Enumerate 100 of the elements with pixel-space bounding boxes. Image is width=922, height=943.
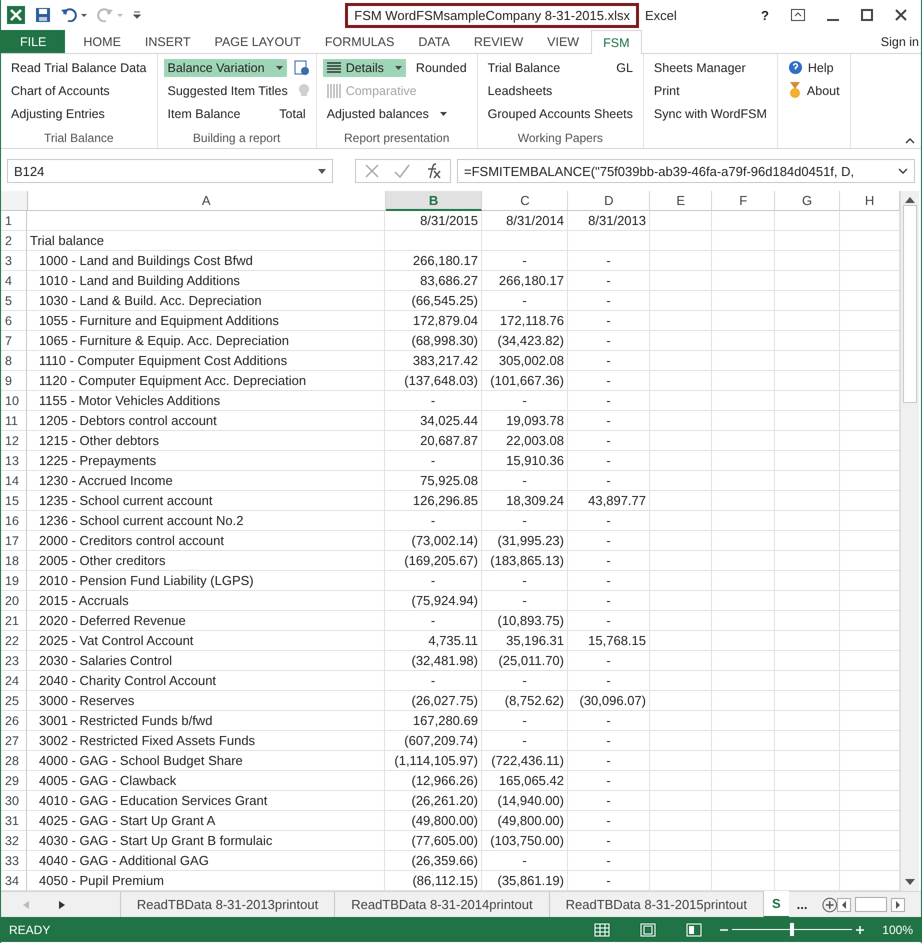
- table-cell: [712, 611, 775, 631]
- ribbon-tab[interactable]: HOME: [71, 30, 133, 53]
- ribbon-tab[interactable]: DATA: [406, 30, 462, 53]
- close-icon[interactable]: [895, 9, 907, 21]
- sign-in-link[interactable]: Sign in: [880, 30, 921, 53]
- ribbon-button[interactable]: Details: [322, 58, 406, 76]
- table-cell: (607,209.74): [385, 731, 482, 751]
- ribbon-tab[interactable]: FSM: [591, 30, 642, 54]
- expand-icon[interactable]: [898, 168, 908, 174]
- table-cell: 3000 - Reserves: [27, 691, 385, 711]
- caret-icon[interactable]: [394, 66, 402, 70]
- table-cell: [775, 371, 840, 391]
- ribbon-tab[interactable]: FORMULAS: [312, 30, 406, 53]
- table-cell: -: [482, 391, 568, 411]
- table-cell: [650, 851, 712, 871]
- table-cell: (34,423.82): [482, 331, 568, 351]
- dropdown-icon[interactable]: [318, 168, 326, 174]
- table-cell: -: [568, 591, 650, 611]
- collapse-ribbon-icon[interactable]: [905, 138, 915, 144]
- table-cell: [650, 391, 712, 411]
- column-header[interactable]: H: [840, 191, 900, 211]
- table-cell: 4000 - GAG - School Budget Share: [27, 751, 385, 771]
- maximize-icon[interactable]: [861, 9, 873, 21]
- row-number: 17: [1, 531, 27, 551]
- ribbon-button[interactable]: Grouped Accounts Sheets: [484, 104, 637, 122]
- caret-icon[interactable]: [440, 112, 447, 116]
- table-cell: 1235 - School current account: [27, 491, 385, 511]
- ribbon-tab[interactable]: INSERT: [132, 30, 203, 53]
- table-cell: (26,027.75): [385, 691, 482, 711]
- save-icon[interactable]: [35, 7, 51, 23]
- ribbon-button[interactable]: Balance Variation: [164, 58, 287, 76]
- customize-toolbar-icon[interactable]: [133, 11, 141, 19]
- scroll-right-icon[interactable]: [891, 898, 905, 912]
- table-cell: -: [568, 791, 650, 811]
- scroll-up-icon[interactable]: [905, 197, 915, 203]
- ribbon-button[interactable]: Item Balance: [164, 104, 244, 122]
- table-cell: -: [568, 531, 650, 551]
- table-cell: -: [568, 851, 650, 871]
- ribbon-button[interactable]: About: [784, 80, 844, 101]
- ribbon-button[interactable]: Suggested Item Titles: [164, 82, 292, 100]
- formula-field[interactable]: =FSMITEMBALANCE("75f039bb-ab39-46fa-a79f-96d184d0451f, D,: [457, 159, 915, 183]
- name-box[interactable]: B124: [7, 159, 333, 183]
- table-cell: 165,065.42: [482, 771, 568, 791]
- ribbon-button[interactable]: Total: [275, 104, 310, 122]
- zoom-in-icon[interactable]: [856, 926, 864, 934]
- table-cell: 1010 - Land and Building Additions: [27, 271, 385, 291]
- ribbon-tab[interactable]: REVIEW: [462, 30, 536, 53]
- table-cell: (31,995.23): [482, 531, 568, 551]
- ribbon-button[interactable]: Read Trial Balance Data: [7, 58, 150, 76]
- column-header[interactable]: F: [712, 191, 776, 211]
- ribbon-button[interactable]: Leadsheets: [484, 82, 556, 100]
- add-sheet-icon[interactable]: [822, 896, 837, 912]
- ribbon-tab[interactable]: FILE: [1, 30, 66, 53]
- table-cell: [775, 491, 840, 511]
- table-cell: 8/31/2013: [568, 211, 650, 231]
- table-cell: 4040 - GAG - Additional GAG: [27, 851, 385, 871]
- table-cell: [650, 771, 712, 791]
- table-cell: [775, 631, 840, 651]
- ribbon-button[interactable]: Print: [650, 82, 684, 100]
- column-header[interactable]: B: [386, 191, 482, 211]
- scroll-left-icon[interactable]: [837, 898, 851, 912]
- next-sheet-icon[interactable]: [59, 900, 65, 908]
- ribbon-button[interactable]: Adjusting Entries: [7, 104, 109, 122]
- page-layout-view-icon[interactable]: [640, 922, 656, 936]
- ribbon-button[interactable]: Sync with WordFSM: [650, 104, 771, 122]
- scrollbar-thumb[interactable]: [903, 205, 917, 403]
- scroll-down-icon[interactable]: [905, 879, 915, 885]
- sheet-tab[interactable]: S: [763, 891, 789, 918]
- table-cell: [712, 311, 775, 331]
- table-cell: [712, 571, 775, 591]
- ribbon-tab[interactable]: VIEW: [535, 30, 592, 53]
- ribbon-display-icon[interactable]: [791, 9, 805, 21]
- ribbon-tab[interactable]: PAGE LAYOUT: [202, 30, 313, 53]
- more-sheets[interactable]: ...: [788, 897, 816, 912]
- ribbon-button[interactable]: GL: [612, 58, 637, 76]
- ribbon-button[interactable]: Help: [784, 58, 838, 77]
- ribbon-button[interactable]: Rounded: [412, 58, 471, 76]
- sheet-calc-icon[interactable]: [294, 60, 310, 76]
- row-number: 24: [1, 671, 27, 691]
- normal-view-icon[interactable]: [594, 922, 610, 936]
- caret-icon[interactable]: [276, 66, 283, 70]
- horizontal-scrollbar-thumb[interactable]: [855, 897, 887, 912]
- check-icon[interactable]: [394, 163, 410, 179]
- column-header[interactable]: C: [482, 191, 568, 211]
- column-header[interactable]: G: [775, 191, 840, 211]
- table-cell: [712, 731, 775, 751]
- table-cell: 83,686.27: [385, 271, 482, 291]
- undo-icon[interactable]: [61, 8, 87, 22]
- help-button[interactable]: ?: [761, 8, 769, 22]
- page-break-view-icon[interactable]: [686, 922, 702, 936]
- ribbon-button[interactable]: Trial Balance: [484, 58, 564, 76]
- column-header[interactable]: D: [568, 191, 650, 211]
- ribbon-button[interactable]: Chart of Accounts: [7, 82, 114, 100]
- column-header[interactable]: E: [650, 191, 712, 211]
- table-cell: [775, 251, 840, 271]
- ribbon-button[interactable]: Adjusted balances: [322, 104, 451, 122]
- table-cell: [712, 391, 775, 411]
- table-cell: 1225 - Prepayments: [27, 451, 385, 471]
- column-header[interactable]: A: [28, 191, 386, 211]
- ribbon-button[interactable]: Sheets Manager: [650, 58, 750, 76]
